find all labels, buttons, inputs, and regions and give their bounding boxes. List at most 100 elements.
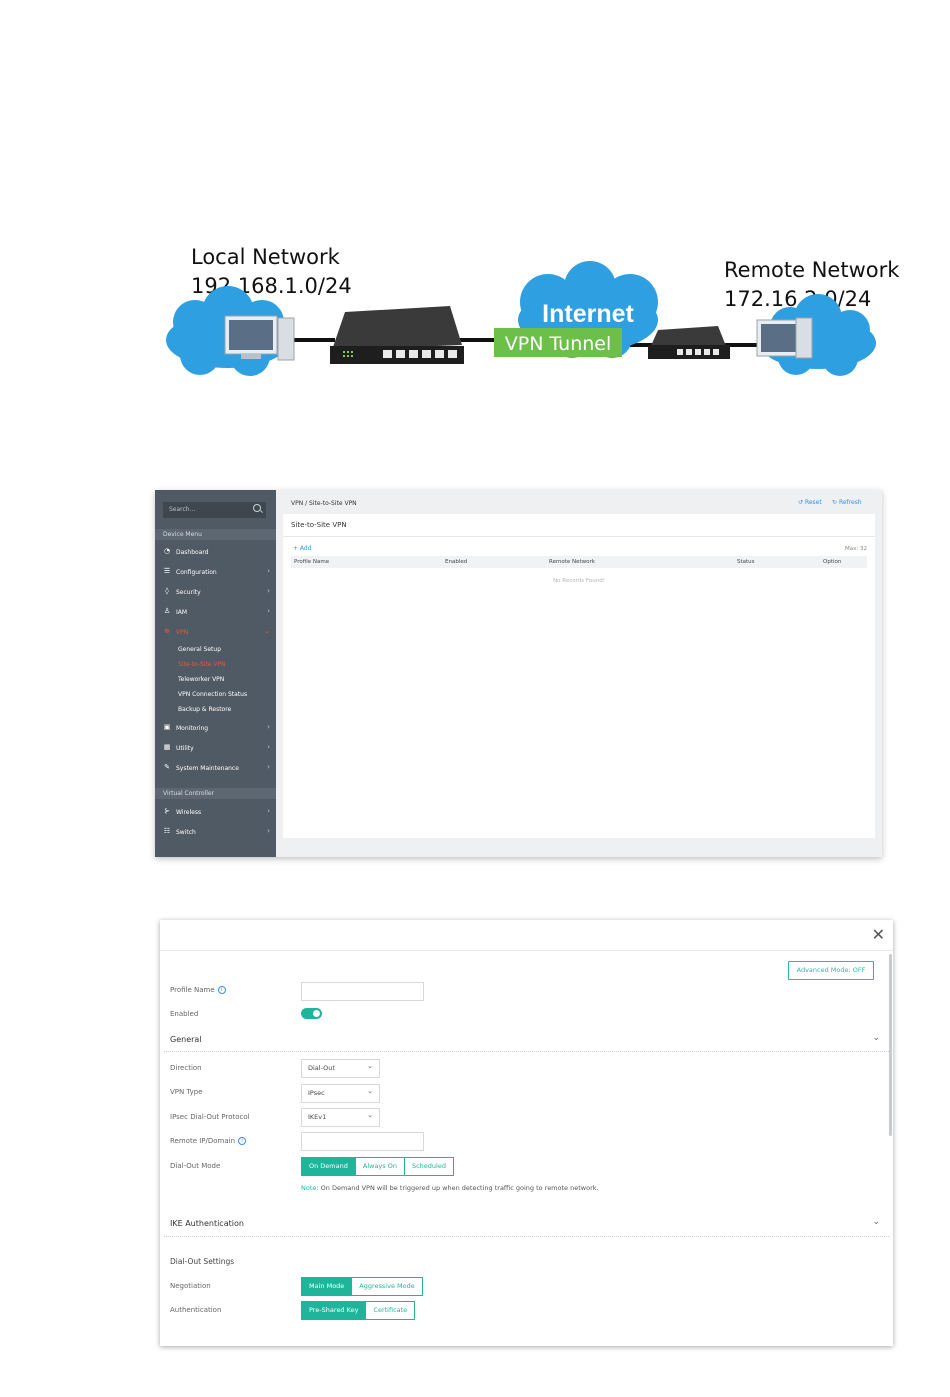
info-icon[interactable]: i	[238, 1137, 247, 1145]
chevron-right-icon: ›	[267, 827, 270, 835]
user-lock-icon: ♙	[163, 607, 171, 615]
refresh-icon: ↻	[832, 499, 838, 506]
note-text: On Demand VPN will be triggered up when …	[320, 1184, 599, 1192]
column-header[interactable]: Remote Network	[549, 559, 595, 565]
chevron-right-icon: ›	[267, 743, 270, 751]
remote-ip-label: Remote IP/Domain i	[170, 1137, 247, 1145]
vpn-type-select[interactable]: IPsec ⌄	[301, 1084, 380, 1103]
dial-out-mode-segmented: On Demand Always On Scheduled	[301, 1157, 454, 1176]
device-menu-header: Device Menu	[155, 529, 276, 540]
divider	[164, 1236, 889, 1237]
sidebar-subitem-teleworker-vpn[interactable]: Teleworker VPN	[178, 676, 224, 683]
vpn-profile-dialog: ✕ Advanced Mode: OFF Profile Name i Enabl…	[160, 920, 893, 1346]
divider	[283, 536, 875, 537]
sidebar-item-dashboard[interactable]: ◔ Dashboard	[155, 545, 276, 559]
divider	[160, 950, 893, 951]
aggressive-mode-option[interactable]: Aggressive Mode	[351, 1277, 423, 1296]
site-to-site-panel: Site-to-Site VPN + Add Max: 32 Profile N…	[283, 514, 875, 838]
profiles-table-header: Profile Name Enabled Remote Network Stat…	[291, 556, 867, 568]
column-header: Option	[823, 559, 842, 565]
divider	[164, 1051, 889, 1052]
vpn-tunnel-label: VPN Tunnel	[505, 333, 612, 355]
column-header[interactable]: Profile Name	[294, 559, 329, 565]
switch-icon: ☷	[163, 827, 171, 835]
chevron-down-icon[interactable]: ⌄	[872, 1217, 880, 1227]
column-header[interactable]: Enabled	[445, 559, 467, 565]
chevron-down-icon: ⌄	[264, 627, 270, 635]
on-demand-option[interactable]: On Demand	[301, 1157, 356, 1176]
vpn-type-label: VPN Type	[170, 1088, 203, 1096]
chevron-right-icon: ›	[267, 587, 270, 595]
profile-name-label: Profile Name i	[170, 986, 226, 994]
scheduled-option[interactable]: Scheduled	[403, 1157, 454, 1176]
chevron-right-icon: ›	[267, 567, 270, 575]
sidebar: Search... Device Menu ◔ Dashboard ☰ Conf…	[155, 490, 276, 857]
breadcrumb: VPN / Site-to-Site VPN	[291, 500, 357, 507]
sidebar-search-input[interactable]: Search...	[163, 502, 266, 518]
vpn-topology-diagram: Local Network 192.168.1.0/24 Remote Netw…	[0, 0, 950, 420]
sidebar-item-switch[interactable]: ☷ Switch ›	[155, 825, 276, 839]
info-icon[interactable]: i	[217, 986, 226, 994]
sliders-icon: ☰	[163, 567, 171, 575]
empty-table-message: No Records Found!	[553, 578, 605, 584]
sidebar-item-security[interactable]: ◊ Security ›	[155, 585, 276, 599]
chevron-right-icon: ›	[267, 807, 270, 815]
sidebar-item-utility[interactable]: ▦ Utility ›	[155, 741, 276, 755]
sidebar-item-system-maintenance[interactable]: ✎ System Maintenance ›	[155, 761, 276, 775]
scrollbar[interactable]	[889, 954, 892, 1136]
authentication-segmented: Pre-Shared Key Certificate	[301, 1301, 416, 1320]
enabled-label: Enabled	[170, 1010, 199, 1018]
main-content: VPN / Site-to-Site VPN ↺ Reset ↻ Refresh…	[276, 490, 882, 857]
sidebar-subitem-general-setup[interactable]: General Setup	[178, 646, 221, 653]
local-pc-icon	[224, 315, 295, 361]
sidebar-item-vpn[interactable]: ⊕ VPN ⌄	[155, 625, 276, 639]
remote-pc-icon	[756, 317, 813, 359]
remote-ip-input[interactable]	[301, 1132, 424, 1151]
max-profiles-label: Max: 32	[845, 546, 867, 552]
refresh-button[interactable]: ↻ Refresh	[832, 499, 862, 506]
certificate-option[interactable]: Certificate	[365, 1301, 416, 1320]
search-icon[interactable]	[253, 504, 261, 512]
sidebar-item-configuration[interactable]: ☰ Configuration ›	[155, 565, 276, 579]
add-profile-button[interactable]: + Add	[293, 545, 312, 552]
grid-icon: ▦	[163, 743, 171, 751]
wireless-icon: ⊱	[164, 807, 170, 815]
sidebar-subitem-backup-restore[interactable]: Backup & Restore	[178, 706, 231, 713]
local-router-icon	[330, 306, 464, 364]
sidebar-item-monitoring[interactable]: ▣ Monitoring ›	[155, 721, 276, 735]
sidebar-subitem-site-to-site-vpn[interactable]: Site-to-Site VPN	[178, 661, 226, 668]
sidebar-item-wireless[interactable]: ⊱ Wireless ›	[155, 805, 276, 819]
authentication-label: Authentication	[170, 1306, 222, 1314]
dial-out-settings-title: Dial-Out Settings	[170, 1257, 235, 1266]
column-header[interactable]: Status	[737, 559, 755, 565]
search-placeholder: Search...	[169, 506, 196, 513]
wrench-icon: ✎	[164, 763, 170, 771]
ipsec-protocol-select[interactable]: IKEv1 ⌄	[301, 1108, 380, 1127]
reset-button[interactable]: ↺ Reset	[798, 499, 822, 506]
pre-shared-key-option[interactable]: Pre-Shared Key	[301, 1301, 367, 1320]
enabled-toggle[interactable]	[301, 1008, 322, 1019]
always-on-option[interactable]: Always On	[354, 1157, 405, 1176]
general-section-title: General	[170, 1035, 202, 1044]
chevron-down-icon[interactable]: ⌄	[872, 1033, 880, 1043]
ipsec-protocol-label: IPsec Dial-Out Protocol	[170, 1113, 250, 1121]
dashboard-icon: ◔	[163, 547, 171, 555]
internet-label: Internet	[542, 300, 634, 328]
close-icon[interactable]: ✕	[872, 927, 885, 943]
sidebar-subitem-vpn-connection-status[interactable]: VPN Connection Status	[178, 691, 247, 698]
direction-label: Direction	[170, 1064, 202, 1072]
direction-select[interactable]: Dial-Out ⌄	[301, 1059, 380, 1078]
chevron-down-icon: ⌄	[367, 1087, 373, 1095]
main-mode-option[interactable]: Main Mode	[301, 1277, 353, 1296]
advanced-mode-button[interactable]: Advanced Mode: OFF	[788, 961, 874, 980]
negotiation-segmented: Main Mode Aggressive Mode	[301, 1277, 423, 1296]
panel-title: Site-to-Site VPN	[291, 521, 347, 529]
monitor-icon: ▣	[163, 723, 171, 731]
chevron-right-icon: ›	[267, 607, 270, 615]
vpn-lock-icon: ⊕	[164, 627, 170, 635]
chevron-down-icon: ⌄	[367, 1111, 373, 1119]
profile-name-input[interactable]	[301, 982, 424, 1001]
sidebar-item-iam[interactable]: ♙ IAM ›	[155, 605, 276, 619]
ike-authentication-title: IKE Authentication	[170, 1219, 244, 1228]
negotiation-label: Negotiation	[170, 1282, 211, 1290]
